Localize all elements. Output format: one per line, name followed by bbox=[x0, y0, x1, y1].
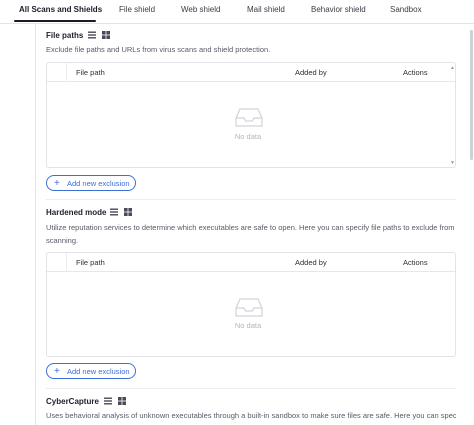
section-divider bbox=[46, 199, 456, 200]
section-description: Uses behavioral analysis of unknown exec… bbox=[46, 411, 456, 420]
select-column bbox=[47, 63, 67, 82]
list-icon bbox=[88, 31, 96, 39]
add-new-exclusion-button[interactable]: + Add new exclusion bbox=[46, 175, 136, 191]
section-divider bbox=[46, 388, 456, 389]
section-rail bbox=[35, 24, 36, 425]
plus-icon: + bbox=[54, 178, 60, 189]
empty-text: No data bbox=[234, 321, 262, 330]
column-file-path: File path bbox=[76, 258, 105, 267]
column-actions: Actions bbox=[403, 258, 428, 267]
tab-web-shield[interactable]: Web shield bbox=[181, 5, 220, 14]
column-added-by: Added by bbox=[295, 68, 327, 77]
table-header: File path Added by Actions bbox=[47, 253, 455, 272]
empty-inbox-icon bbox=[235, 108, 263, 127]
tab-file-shield[interactable]: File shield bbox=[119, 5, 155, 14]
section-hardened-mode: Hardened mode Utilize reputation service… bbox=[46, 207, 456, 382]
section-title: File paths bbox=[46, 31, 84, 40]
tab-sandbox[interactable]: Sandbox bbox=[390, 5, 422, 14]
section-title: CyberCapture bbox=[46, 397, 99, 406]
windows-icon bbox=[124, 208, 132, 216]
list-icon bbox=[104, 397, 112, 405]
empty-state: No data bbox=[47, 82, 455, 167]
table-scrollbar[interactable]: ▲ ▼ bbox=[449, 63, 455, 167]
section-description: Utilize reputation services to determine… bbox=[46, 223, 455, 245]
empty-inbox-icon bbox=[235, 298, 263, 317]
tab-mail-shield[interactable]: Mail shield bbox=[247, 5, 285, 14]
plus-icon: + bbox=[54, 366, 60, 377]
page-scrollbar[interactable] bbox=[470, 24, 474, 425]
select-column bbox=[47, 253, 67, 272]
active-tab-indicator bbox=[14, 20, 96, 22]
scroll-down-icon[interactable]: ▼ bbox=[450, 160, 455, 166]
windows-icon bbox=[102, 31, 110, 39]
tab-bar: All Scans and Shields File shield Web sh… bbox=[0, 0, 474, 24]
scrollbar-thumb[interactable] bbox=[470, 30, 473, 160]
add-new-exclusion-button[interactable]: + Add new exclusion bbox=[46, 363, 136, 379]
column-file-path: File path bbox=[76, 68, 105, 77]
add-button-label: Add new exclusion bbox=[67, 179, 130, 188]
windows-icon bbox=[118, 397, 126, 405]
section-cybercapture: CyberCapture Uses behavioral analysis of… bbox=[46, 396, 456, 425]
exclusions-table: File path Added by Actions No data bbox=[46, 252, 456, 357]
tab-behavior-shield[interactable]: Behavior shield bbox=[311, 5, 366, 14]
table-header: File path Added by Actions bbox=[47, 63, 455, 82]
section-title: Hardened mode bbox=[46, 208, 107, 217]
empty-state: No data bbox=[47, 272, 455, 356]
list-icon bbox=[110, 208, 118, 216]
tab-all-scans-and-shields[interactable]: All Scans and Shields bbox=[19, 5, 102, 14]
add-button-label: Add new exclusion bbox=[67, 367, 130, 376]
column-actions: Actions bbox=[403, 68, 428, 77]
scroll-up-icon[interactable]: ▲ bbox=[450, 65, 455, 71]
section-description: Exclude file paths and URLs from virus s… bbox=[46, 45, 271, 54]
empty-text: No data bbox=[234, 132, 262, 141]
column-added-by: Added by bbox=[295, 258, 327, 267]
section-file-paths: File paths Exclude file paths and URLs f… bbox=[46, 30, 456, 195]
exclusions-table: File path Added by Actions No data ▲ ▼ bbox=[46, 62, 456, 168]
